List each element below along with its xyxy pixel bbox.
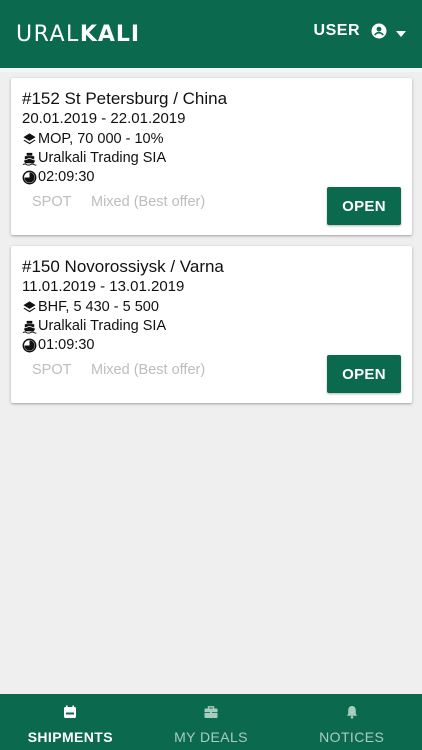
briefcase-icon (204, 706, 218, 718)
nav-label-shipments: SHIPMENTS (27, 729, 113, 745)
mode-tag: Mixed (Best offer) (91, 362, 206, 378)
spot-tag: SPOT (32, 194, 72, 210)
timer-icon (22, 170, 37, 184)
app-header: URALKALI USER (0, 0, 422, 68)
nav-item-my-deals[interactable]: MY DEALS (141, 694, 282, 750)
ship-icon (22, 320, 37, 334)
product-row: BHF, 5 430 - 5 500 (22, 299, 159, 315)
app-root: URALKALI USER #152 St Petersburg / China… (0, 0, 422, 750)
nav-item-notices[interactable]: NOTICES (281, 694, 422, 750)
shipment-dates: 20.01.2019 - 22.01.2019 (22, 110, 186, 127)
bottom-navigation: SHIPMENTS MY DEALS NOTICES (0, 694, 422, 750)
product-row: MOP, 70 000 - 10% (22, 131, 163, 147)
ship-icon (22, 152, 37, 166)
calendar-icon (64, 705, 77, 718)
open-button[interactable]: OPEN (327, 187, 401, 225)
shipment-dates: 11.01.2019 - 13.01.2019 (22, 278, 185, 295)
account-circle-icon (371, 23, 387, 39)
timer-icon (22, 338, 37, 352)
mode-tag: Mixed (Best offer) (91, 194, 206, 210)
nav-item-shipments[interactable]: SHIPMENTS (0, 694, 141, 750)
user-menu[interactable]: USER (314, 22, 388, 40)
bell-icon (346, 706, 357, 719)
company-row: Uralkali Trading SIA (22, 318, 166, 334)
uralkali-logo: URALKALI (16, 22, 140, 47)
layers-icon (23, 132, 36, 144)
company-text: Uralkali Trading SIA (38, 150, 167, 166)
user-label: USER (313, 22, 360, 39)
shipment-title: #150 Novorossiysk / Varna (22, 257, 224, 276)
shipment-title: #152 St Petersburg / China (22, 89, 228, 108)
company-row: Uralkali Trading SIA (22, 150, 166, 166)
timer-text: 01:09:30 (38, 337, 95, 353)
logo-light-part: URAL (16, 22, 80, 47)
spot-tag: SPOT (32, 362, 72, 378)
chevron-down-icon[interactable] (394, 27, 408, 41)
product-text: BHF, 5 430 - 5 500 (38, 299, 159, 315)
timer-text: 02:09:30 (38, 169, 95, 185)
timer-row: 02:09:30 (22, 169, 94, 185)
nav-label-my-deals: MY DEALS (174, 729, 248, 745)
shipment-card: #150 Novorossiysk / Varna 11.01.2019 - 1… (11, 246, 412, 403)
open-button[interactable]: OPEN (327, 355, 401, 393)
timer-row: 01:09:30 (22, 337, 94, 353)
header-divider (0, 68, 422, 72)
logo-bold-part: KALI (79, 22, 141, 47)
product-text: MOP, 70 000 - 10% (38, 131, 164, 147)
shipment-card: #152 St Petersburg / China 20.01.2019 - … (11, 78, 412, 235)
layers-icon (23, 300, 36, 312)
nav-label-notices: NOTICES (319, 729, 385, 745)
company-text: Uralkali Trading SIA (38, 318, 167, 334)
